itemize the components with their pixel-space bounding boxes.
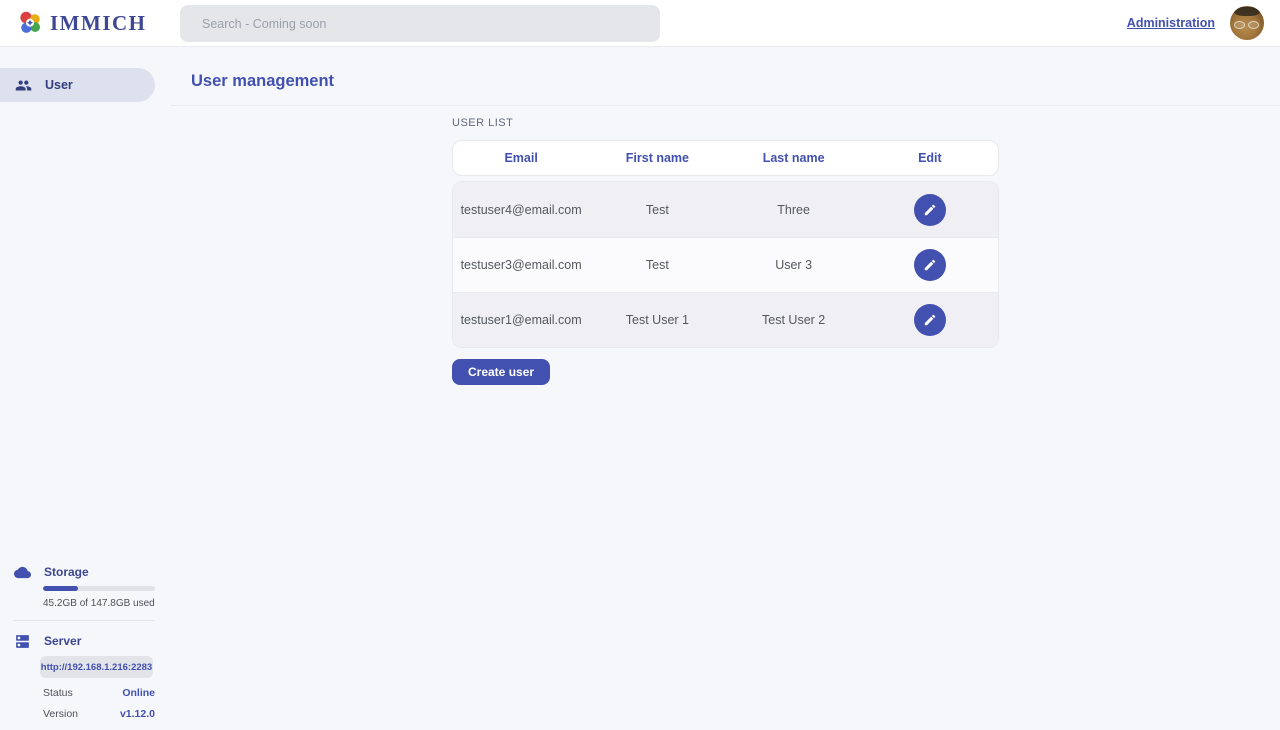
cell-first-name: Test xyxy=(589,258,725,272)
user-list-label: USER LIST xyxy=(452,117,1280,129)
cell-first-name: Test User 1 xyxy=(589,313,725,327)
avatar-photo-detail xyxy=(1234,21,1245,29)
table-header-row: Email First name Last name Edit xyxy=(452,140,999,176)
sidebar-item-user[interactable]: User xyxy=(0,68,155,102)
top-navbar: IMMICH Administration xyxy=(0,0,1280,47)
column-header-last-name: Last name xyxy=(726,151,862,165)
table-row: testuser1@email.com Test User 1 Test Use… xyxy=(453,292,998,347)
server-version-row: Version v1.12.0 xyxy=(43,708,155,720)
user-avatar[interactable] xyxy=(1230,6,1264,40)
storage-progress-fill xyxy=(43,586,78,591)
sidebar-item-label: User xyxy=(45,78,73,92)
server-icon xyxy=(14,633,31,650)
table-body: testuser4@email.com Test Three te xyxy=(452,181,999,348)
storage-section-header: Storage xyxy=(0,563,171,581)
status-label: Status xyxy=(43,687,73,699)
cell-email: testuser1@email.com xyxy=(453,313,589,327)
server-url-badge: http://192.168.1.216:2283 xyxy=(40,656,153,678)
avatar-photo-detail xyxy=(1248,21,1259,29)
storage-title: Storage xyxy=(44,565,89,579)
storage-progress-bar xyxy=(43,586,155,591)
immich-flower-icon xyxy=(16,9,44,37)
version-label: Version xyxy=(43,708,78,720)
sidebar-status-panel: Storage 45.2GB of 147.8GB used Server ht… xyxy=(0,563,171,720)
page-header: User management xyxy=(171,47,1280,106)
status-value: Online xyxy=(122,687,155,699)
server-title: Server xyxy=(44,634,81,648)
sidebar-divider xyxy=(14,620,155,621)
pencil-icon xyxy=(923,203,937,217)
column-header-first-name: First name xyxy=(589,151,725,165)
server-status-row: Status Online xyxy=(43,687,155,699)
main-content: User management USER LIST Email First na… xyxy=(171,47,1280,730)
create-user-button[interactable]: Create user xyxy=(452,359,550,385)
pencil-icon xyxy=(923,313,937,327)
edit-user-button[interactable] xyxy=(914,304,946,336)
cell-last-name: Three xyxy=(726,203,862,217)
page-title: User management xyxy=(191,72,334,91)
immich-logo[interactable]: IMMICH xyxy=(0,9,147,37)
cell-last-name: User 3 xyxy=(726,258,862,272)
storage-usage-text: 45.2GB of 147.8GB used xyxy=(43,598,171,609)
cell-last-name: Test User 2 xyxy=(726,313,862,327)
column-header-email: Email xyxy=(453,151,589,165)
edit-user-button[interactable] xyxy=(914,249,946,281)
admin-sidebar: User Storage 45.2GB of 147.8GB used Serv… xyxy=(0,47,171,730)
table-row: testuser4@email.com Test Three xyxy=(453,182,998,237)
user-table: Email First name Last name Edit testuser… xyxy=(452,140,999,348)
edit-user-button[interactable] xyxy=(914,194,946,226)
cell-email: testuser4@email.com xyxy=(453,203,589,217)
cell-email: testuser3@email.com xyxy=(453,258,589,272)
version-value: v1.12.0 xyxy=(120,708,155,720)
administration-link[interactable]: Administration xyxy=(1127,16,1215,30)
table-row: testuser3@email.com Test User 3 xyxy=(453,237,998,292)
cloud-icon xyxy=(14,564,31,581)
column-header-edit: Edit xyxy=(862,151,998,165)
brand-wordmark: IMMICH xyxy=(50,11,147,36)
cell-first-name: Test xyxy=(589,203,725,217)
server-section-header: Server xyxy=(0,632,171,650)
pencil-icon xyxy=(923,258,937,272)
search-input[interactable] xyxy=(180,5,660,42)
users-icon xyxy=(15,77,32,94)
